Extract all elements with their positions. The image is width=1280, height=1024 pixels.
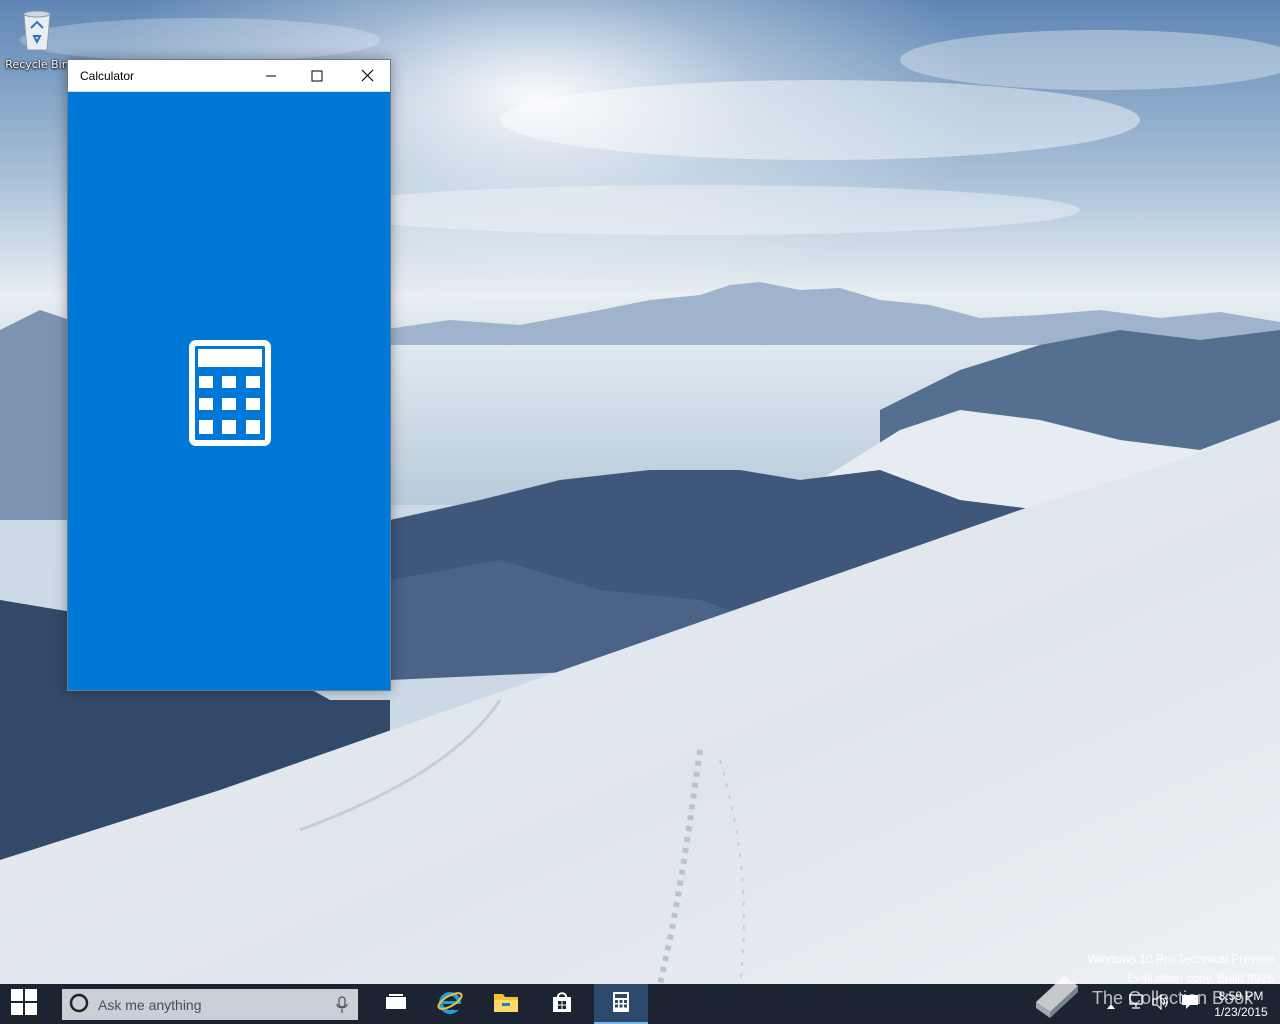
- book-logo-icon: [1030, 972, 1082, 1024]
- calculator-splash: [68, 92, 390, 690]
- window-titlebar[interactable]: Calculator: [68, 60, 390, 92]
- taskbar-app-file-explorer[interactable]: [482, 984, 530, 1024]
- calculator-icon: [612, 991, 630, 1017]
- cortana-icon: [68, 992, 90, 1018]
- microphone-icon[interactable]: [336, 996, 348, 1018]
- close-icon: [361, 67, 374, 86]
- minimize-icon: [265, 67, 277, 86]
- calculator-icon: [189, 340, 271, 450]
- window-title: Calculator: [80, 69, 135, 83]
- search-box[interactable]: [62, 989, 358, 1020]
- start-button[interactable]: [0, 984, 48, 1024]
- search-input[interactable]: [98, 996, 328, 1013]
- maximize-icon: [311, 67, 323, 86]
- maximize-button[interactable]: [294, 60, 340, 92]
- recycle-bin-icon: [2, 6, 72, 56]
- internet-explorer-icon: [437, 989, 463, 1019]
- windows-logo-icon: [11, 989, 37, 1019]
- task-view-icon: [384, 993, 408, 1015]
- store-icon: [551, 991, 573, 1017]
- calculator-window[interactable]: Calculator: [67, 59, 391, 691]
- taskbar-app-calculator[interactable]: [594, 984, 648, 1024]
- desktop-icon-recycle-bin[interactable]: Recycle Bin: [2, 6, 72, 76]
- taskbar: 8:59 PM 1/23/2015: [0, 984, 1280, 1024]
- evaluation-watermark: Windows 10 Pro Technical Preview Evaluat…: [1087, 950, 1274, 988]
- desktop-icon-label: Recycle Bin: [5, 58, 69, 71]
- branding-text: The Collection Book: [1092, 988, 1254, 1008]
- minimize-button[interactable]: [248, 60, 294, 92]
- taskbar-app-internet-explorer[interactable]: [426, 984, 474, 1024]
- task-view-button[interactable]: [372, 984, 420, 1024]
- close-button[interactable]: [344, 60, 390, 92]
- watermark-line-edition: Windows 10 Pro Technical Preview: [1087, 952, 1274, 966]
- taskbar-app-store[interactable]: [538, 984, 586, 1024]
- folder-icon: [493, 991, 519, 1017]
